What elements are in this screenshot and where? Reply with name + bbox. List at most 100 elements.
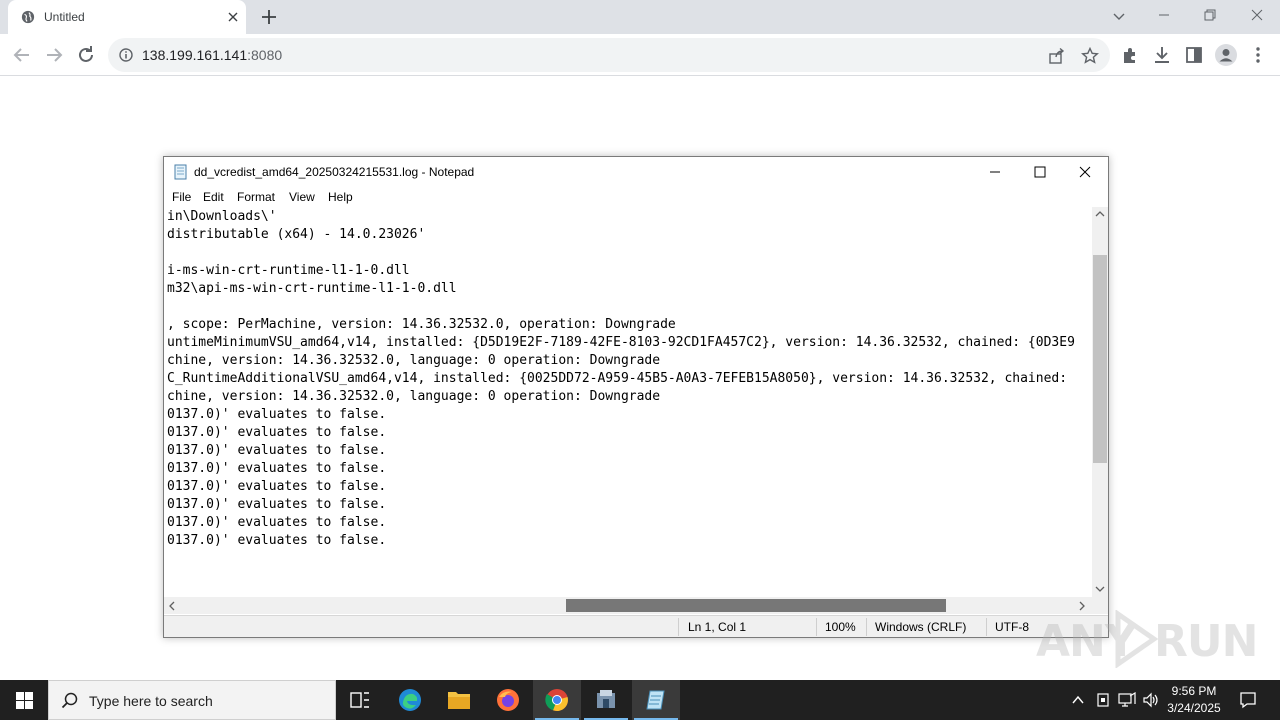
chevron-down-icon[interactable] <box>1111 8 1127 24</box>
forward-icon[interactable] <box>42 43 66 67</box>
tab-title: Untitled <box>44 10 85 24</box>
horizontal-scroll-thumb[interactable] <box>566 599 946 612</box>
text-line: m32\api-ms-win-crt-runtime-l1-1-0.dll <box>167 281 457 296</box>
notepad-maximize-button[interactable] <box>1017 157 1063 187</box>
clock-time[interactable]: 9:56 PM <box>1160 684 1228 698</box>
menu-view[interactable]: View <box>289 190 315 204</box>
taskbar-chrome[interactable] <box>533 680 581 720</box>
notepad-statusbar: Ln 1, Col 1 100% Windows (CRLF) UTF-8 <box>164 615 1108 637</box>
scroll-up-icon[interactable] <box>1095 210 1105 218</box>
taskbar-edge[interactable] <box>386 680 434 720</box>
minimize-icon <box>1159 14 1169 16</box>
device-icon[interactable] <box>1095 692 1111 708</box>
profile-avatar-icon[interactable] <box>1215 44 1237 66</box>
firefox-icon <box>497 689 519 711</box>
taskbar-installer[interactable] <box>582 680 630 720</box>
minimize-button[interactable] <box>1141 0 1187 30</box>
text-line: 0137.0)' evaluates to false. <box>167 497 387 512</box>
status-divider <box>816 618 817 636</box>
menu-file[interactable]: File <box>172 190 191 204</box>
text-line: , scope: PerMachine, version: 14.36.3253… <box>167 317 676 332</box>
start-button[interactable] <box>0 680 48 720</box>
globe-icon <box>21 10 35 24</box>
star-icon[interactable] <box>1081 47 1099 65</box>
edge-icon <box>399 689 421 711</box>
windows-taskbar: Type here to search 9:56 PM 3/24/2025 <box>0 680 1280 720</box>
clock-date[interactable]: 3/24/2025 <box>1160 701 1228 715</box>
more-menu-icon[interactable] <box>1248 45 1268 65</box>
notepad-app-icon <box>174 164 187 180</box>
text-line: i-ms-win-crt-runtime-l1-1-0.dll <box>167 263 410 278</box>
status-line-ending: Windows (CRLF) <box>875 620 967 634</box>
notepad-icon <box>646 690 665 710</box>
address-bar[interactable]: 138.199.161.141:8080 <box>108 38 1110 72</box>
anyrun-watermark: ANY RUN <box>1036 604 1258 674</box>
text-line: chine, version: 14.36.32532.0, language:… <box>167 389 661 404</box>
maximize-icon <box>1034 166 1046 178</box>
minimize-icon <box>990 171 1000 173</box>
notepad-minimize-button[interactable] <box>972 157 1018 187</box>
back-icon[interactable] <box>10 43 34 67</box>
restore-icon <box>1204 9 1216 21</box>
menu-help[interactable]: Help <box>328 190 353 204</box>
restore-button[interactable] <box>1187 0 1233 30</box>
text-line: 0137.0)' evaluates to false. <box>167 515 387 530</box>
taskbar-file-explorer[interactable] <box>435 680 483 720</box>
notepad-text-area[interactable]: in\Downloads\' distributable (x64) - 14.0… <box>164 207 1092 597</box>
notepad-title: dd_vcredist_amd64_20250324215531.log - N… <box>194 165 475 179</box>
status-zoom: 100% <box>825 620 856 634</box>
url-port: :8080 <box>247 47 283 63</box>
task-view-button[interactable] <box>336 680 384 720</box>
volume-icon[interactable] <box>1142 692 1160 708</box>
play-logo-icon <box>1115 610 1158 668</box>
taskbar-firefox[interactable] <box>484 680 532 720</box>
search-icon <box>61 692 78 709</box>
taskbar-notepad[interactable] <box>632 680 680 720</box>
download-icon[interactable] <box>1152 45 1172 65</box>
notepad-titlebar[interactable]: dd_vcredist_amd64_20250324215531.log - N… <box>164 157 1108 187</box>
chevron-up-icon[interactable] <box>1071 694 1085 706</box>
url-host: 138.199.161.141 <box>142 47 248 63</box>
network-icon[interactable] <box>1118 692 1136 708</box>
notepad-menubar: File Edit Format View Help <box>164 187 1108 207</box>
watermark-right: RUN <box>1154 616 1258 667</box>
text-line: in\Downloads\' <box>167 209 277 224</box>
installer-icon <box>597 690 615 708</box>
notepad-window: dd_vcredist_amd64_20250324215531.log - N… <box>163 156 1109 638</box>
vertical-scroll-thumb[interactable] <box>1093 255 1107 463</box>
new-tab-icon[interactable] <box>260 8 278 26</box>
windows-logo-icon <box>16 692 33 709</box>
task-view-icon <box>350 692 369 708</box>
browser-toolbar: 138.199.161.141:8080 <box>0 34 1280 76</box>
close-icon <box>1251 9 1263 21</box>
folder-icon <box>448 692 470 709</box>
text-line: untimeMinimumVSU_amd64,v14, installed: {… <box>167 335 1075 350</box>
menu-edit[interactable]: Edit <box>203 190 224 204</box>
vertical-scrollbar[interactable] <box>1092 207 1108 597</box>
menu-format[interactable]: Format <box>237 190 275 204</box>
extensions-icon[interactable] <box>1120 45 1140 65</box>
horizontal-scrollbar[interactable] <box>164 597 1092 614</box>
scroll-down-icon[interactable] <box>1095 585 1105 593</box>
url-text: 138.199.161.141:8080 <box>142 47 282 63</box>
text-line: 0137.0)' evaluates to false. <box>167 407 387 422</box>
text-line: 0137.0)' evaluates to false. <box>167 425 387 440</box>
scroll-left-icon[interactable] <box>168 601 176 611</box>
notification-icon[interactable] <box>1239 691 1257 709</box>
close-window-button[interactable] <box>1234 0 1280 30</box>
close-tab-icon[interactable] <box>225 9 241 25</box>
side-panel-icon[interactable] <box>1184 45 1204 65</box>
status-divider <box>986 618 987 636</box>
status-divider <box>678 618 679 636</box>
notepad-close-button[interactable] <box>1062 157 1108 187</box>
browser-tab[interactable]: Untitled <box>8 0 246 34</box>
text-line: distributable (x64) - 14.0.23026' <box>167 227 426 242</box>
reload-icon[interactable] <box>74 43 98 67</box>
text-line: chine, version: 14.36.32532.0, language:… <box>167 353 661 368</box>
text-line: 0137.0)' evaluates to false. <box>167 443 387 458</box>
taskbar-search-box[interactable]: Type here to search <box>48 680 336 720</box>
browser-tabstrip: Untitled <box>0 0 1280 34</box>
share-icon[interactable] <box>1048 47 1066 65</box>
search-placeholder: Type here to search <box>89 693 213 709</box>
info-icon[interactable] <box>119 48 133 62</box>
